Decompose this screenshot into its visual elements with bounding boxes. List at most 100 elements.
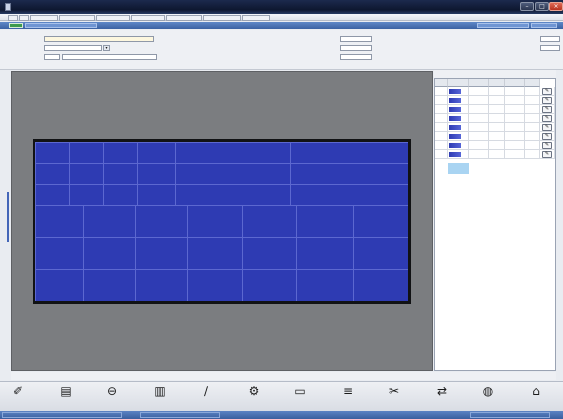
column-header-qty[interactable] <box>505 79 525 87</box>
table-cell-code[interactable] <box>448 132 469 141</box>
cut-piece[interactable] <box>83 269 135 301</box>
toolbar-button-8[interactable]: ≡ <box>330 384 366 410</box>
cut-piece[interactable] <box>103 163 137 184</box>
table-cell-code[interactable] <box>448 141 469 150</box>
cut-piece[interactable] <box>135 269 187 301</box>
new-row-highlight[interactable] <box>448 163 469 174</box>
field-input-3[interactable] <box>62 54 157 60</box>
cut-piece[interactable] <box>137 163 175 184</box>
toolbar-button-5[interactable]: ∕ <box>188 384 224 410</box>
toolbar-button-4[interactable]: ▥ <box>142 384 178 410</box>
cut-piece[interactable] <box>83 237 135 269</box>
table-row[interactable]: ✎ <box>435 114 555 123</box>
table-cell-price[interactable] <box>525 132 540 141</box>
toolbar-button-3[interactable]: ⊖ <box>94 384 130 410</box>
app-menu-icon[interactable] <box>5 3 11 11</box>
cut-piece[interactable] <box>83 205 135 237</box>
table-cell-l[interactable] <box>469 123 489 132</box>
column-header-length[interactable] <box>469 79 489 87</box>
menu-tab-3[interactable] <box>30 15 58 21</box>
table-cell-qty[interactable] <box>505 150 525 159</box>
cut-piece[interactable] <box>175 142 290 163</box>
cut-piece[interactable] <box>296 237 353 269</box>
edit-icon[interactable]: ✎ <box>542 97 552 104</box>
table-cell-qty[interactable] <box>505 96 525 105</box>
table-cell-w[interactable] <box>489 114 505 123</box>
cut-piece[interactable] <box>137 142 175 163</box>
table-cell-price[interactable] <box>525 105 540 114</box>
table-cell-index[interactable] <box>435 105 448 114</box>
cut-piece[interactable] <box>296 269 353 301</box>
active-document-tab[interactable] <box>9 23 23 28</box>
table-cell-price[interactable] <box>525 150 540 159</box>
chevron-down-icon[interactable]: ▾ <box>103 45 110 51</box>
table-cell-l[interactable] <box>469 105 489 114</box>
table-cell-l[interactable] <box>469 150 489 159</box>
cut-piece[interactable] <box>187 237 242 269</box>
table-cell-price[interactable] <box>525 96 540 105</box>
field-select-2[interactable] <box>44 45 102 51</box>
maximize-button[interactable]: □ <box>535 2 549 11</box>
splitter-handle[interactable] <box>7 192 9 242</box>
cut-piece[interactable] <box>353 237 408 269</box>
cut-piece[interactable] <box>69 184 103 205</box>
table-cell-index[interactable] <box>435 132 448 141</box>
field-input-6[interactable] <box>340 54 372 60</box>
cut-piece[interactable] <box>175 184 290 205</box>
field-input-7[interactable] <box>540 36 560 42</box>
table-cell-price[interactable] <box>525 123 540 132</box>
menu-tab-4[interactable] <box>59 15 95 21</box>
table-cell-qty[interactable] <box>505 141 525 150</box>
table-cell-w[interactable] <box>489 87 505 96</box>
table-cell-code[interactable] <box>448 150 469 159</box>
table-row[interactable]: ✎ <box>435 105 555 114</box>
table-cell-price[interactable] <box>525 87 540 96</box>
edit-icon[interactable]: ✎ <box>542 142 552 149</box>
table-cell-w[interactable] <box>489 123 505 132</box>
cut-piece[interactable] <box>187 269 242 301</box>
cut-piece[interactable] <box>35 184 69 205</box>
column-header-width[interactable] <box>489 79 505 87</box>
field-input-1[interactable] <box>44 36 154 42</box>
edit-icon[interactable]: ✎ <box>542 133 552 140</box>
table-cell-index[interactable] <box>435 123 448 132</box>
table-cell-l[interactable] <box>469 132 489 141</box>
table-cell-index[interactable] <box>435 114 448 123</box>
cut-piece[interactable] <box>135 237 187 269</box>
table-cell-w[interactable] <box>489 96 505 105</box>
cut-piece[interactable] <box>290 142 408 163</box>
cut-piece[interactable] <box>137 184 175 205</box>
table-cell-w[interactable] <box>489 132 505 141</box>
table-cell-l[interactable] <box>469 96 489 105</box>
table-cell-qty[interactable] <box>505 123 525 132</box>
sheet-board[interactable] <box>35 142 408 301</box>
cut-piece[interactable] <box>103 142 137 163</box>
document-tab[interactable] <box>25 23 97 28</box>
cut-piece[interactable] <box>69 142 103 163</box>
table-cell-index[interactable] <box>435 87 448 96</box>
table-row[interactable]: ✎ <box>435 132 555 141</box>
column-header-edit[interactable] <box>525 79 540 87</box>
minimize-button[interactable]: – <box>520 2 534 11</box>
edit-icon[interactable]: ✎ <box>542 88 552 95</box>
edit-icon[interactable]: ✎ <box>542 115 552 122</box>
column-header-index[interactable] <box>435 79 448 87</box>
cut-piece[interactable] <box>135 205 187 237</box>
table-row[interactable]: ✎ <box>435 141 555 150</box>
table-cell-index[interactable] <box>435 141 448 150</box>
cut-piece[interactable] <box>290 184 408 205</box>
table-cell-code[interactable] <box>448 114 469 123</box>
table-row[interactable]: ✎ <box>435 123 555 132</box>
cut-piece[interactable] <box>35 163 69 184</box>
toolbar-button-11[interactable]: ◍ <box>470 384 506 410</box>
table-cell-qty[interactable] <box>505 105 525 114</box>
cut-piece[interactable] <box>242 269 296 301</box>
toolbar-button-6[interactable]: ⚙ <box>236 384 272 410</box>
parts-grid[interactable]: ✎ ✎ ✎ ✎ ✎ ✎ ✎ ✎ <box>434 78 556 371</box>
menu-tab-2[interactable] <box>19 15 29 21</box>
cut-piece[interactable] <box>290 163 408 184</box>
table-cell-qty[interactable] <box>505 87 525 96</box>
toolbar-button-9[interactable]: ✂ <box>376 384 412 410</box>
edit-icon[interactable]: ✎ <box>542 106 552 113</box>
quantity-stepper[interactable] <box>44 54 60 60</box>
